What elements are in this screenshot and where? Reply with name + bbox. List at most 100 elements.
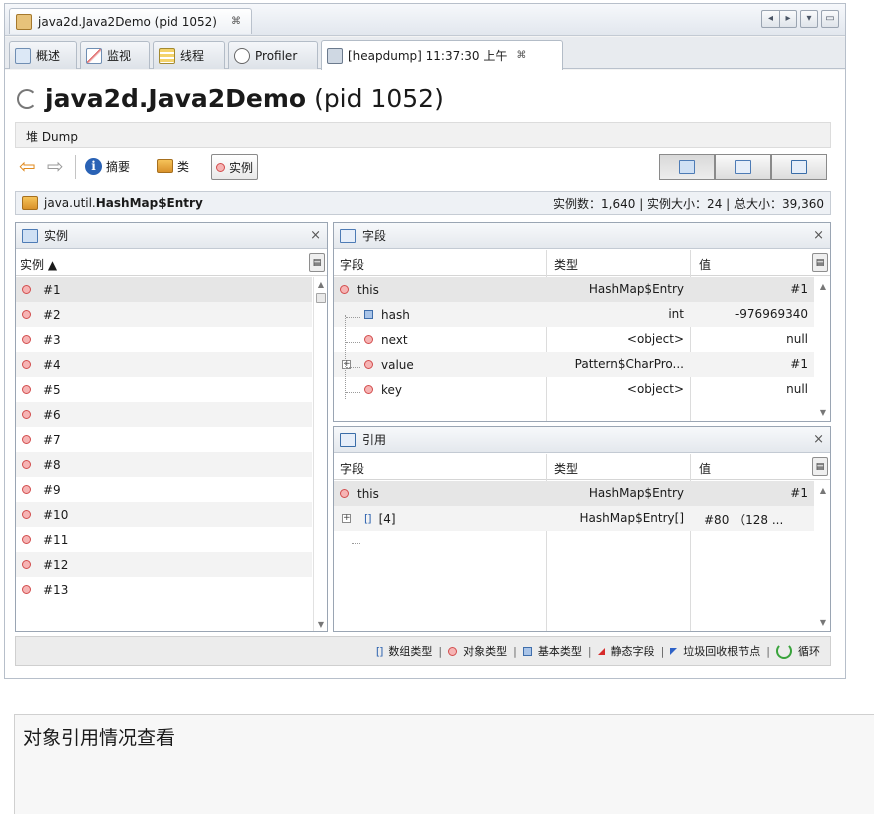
restore-window-icon[interactable]: ▭ bbox=[821, 10, 839, 28]
column-chooser-icon[interactable]: ▤ bbox=[812, 457, 828, 476]
class-info-bar: java.util. HashMap$Entry 实例数：1,640 | 实例大小… bbox=[15, 191, 831, 215]
title-bar: java2d.Java2Demo (pid 1052) ⌘ ◂ ▸ ▾ ▭ bbox=[5, 4, 845, 36]
field-column-label[interactable]: 字段 bbox=[340, 256, 364, 273]
monitor-icon bbox=[86, 47, 102, 64]
list-item[interactable]: #13 bbox=[16, 577, 312, 602]
tree-connector bbox=[346, 317, 360, 318]
list-item[interactable]: #8 bbox=[16, 452, 312, 477]
tree-connector bbox=[346, 342, 360, 343]
legend-array-label: 数组类型 bbox=[388, 645, 433, 658]
instances-button[interactable]: 实例 bbox=[211, 154, 259, 180]
object-icon bbox=[22, 535, 31, 544]
scroll-up-icon[interactable]: ▲ bbox=[314, 277, 328, 291]
object-icon bbox=[22, 335, 31, 344]
object-type-icon bbox=[364, 360, 373, 369]
legend-separator: | bbox=[587, 644, 592, 658]
instances-scrollbar[interactable]: ▲ ▼ bbox=[313, 277, 327, 631]
column-chooser-icon[interactable]: ▤ bbox=[309, 253, 325, 272]
tab-profiler[interactable]: Profiler bbox=[228, 41, 318, 69]
table-row[interactable]: key <object> null bbox=[334, 377, 814, 402]
forward-arrow-icon: ⇨ bbox=[47, 154, 64, 178]
table-row[interactable]: hash int -976969340 bbox=[334, 302, 814, 327]
table-row[interactable]: this HashMap$Entry #1 bbox=[334, 481, 814, 506]
list-item[interactable]: #2 bbox=[16, 302, 312, 327]
list-item[interactable]: #4 bbox=[16, 352, 312, 377]
table-row[interactable]: value Pattern$CharPro... #1 + bbox=[334, 352, 814, 377]
list-item[interactable]: #5 bbox=[16, 377, 312, 402]
list-item[interactable]: #11 bbox=[16, 527, 312, 552]
tab-overview[interactable]: 概述 bbox=[9, 41, 77, 69]
type-column-label[interactable]: 类型 bbox=[554, 256, 578, 273]
object-icon bbox=[22, 410, 31, 419]
references-scrollbar[interactable]: ▲ ▼ bbox=[816, 481, 830, 631]
tab-heapdump-label: [heapdump] 11:37:30 上午 bbox=[348, 49, 508, 63]
field-name-cell: value bbox=[364, 352, 414, 377]
legend-separator: | bbox=[513, 644, 517, 658]
field-name-cell: this bbox=[340, 481, 379, 506]
fields-scrollbar[interactable]: ▲ ▼ bbox=[816, 277, 830, 421]
scroll-right-icon[interactable]: ▸ bbox=[779, 10, 797, 28]
expand-icon[interactable]: + bbox=[342, 514, 351, 523]
scroll-down-icon[interactable]: ▼ bbox=[816, 615, 830, 629]
tab-threads[interactable]: 线程 bbox=[153, 41, 225, 69]
object-icon bbox=[216, 162, 225, 172]
view-tab-bar: 概述 监视 线程 Profiler [heapdump] 11:37:30 上午… bbox=[5, 37, 845, 70]
instance-label: #2 bbox=[43, 307, 61, 322]
loop-icon bbox=[776, 643, 792, 659]
object-icon bbox=[22, 360, 31, 369]
type-column-label[interactable]: 类型 bbox=[554, 460, 578, 477]
instances-column-label[interactable]: 实例 ▲ bbox=[20, 256, 57, 273]
application-tab[interactable]: java2d.Java2Demo (pid 1052) ⌘ bbox=[9, 8, 252, 34]
object-icon bbox=[22, 585, 31, 594]
field-value: #1 bbox=[790, 357, 808, 371]
list-item[interactable]: #10 bbox=[16, 502, 312, 527]
tree-connector bbox=[346, 367, 360, 368]
list-item[interactable]: #7 bbox=[16, 427, 312, 452]
close-icon[interactable]: ⌘ bbox=[516, 50, 526, 61]
classes-button[interactable]: 类 bbox=[153, 152, 193, 180]
tab-profiler-label: Profiler bbox=[255, 48, 298, 63]
forward-button[interactable]: ⇨ bbox=[43, 152, 68, 180]
legend-separator: | bbox=[438, 644, 443, 658]
view-instances-button[interactable] bbox=[659, 154, 715, 180]
object-icon bbox=[22, 310, 31, 319]
chevron-down-icon[interactable]: ▾ bbox=[800, 10, 818, 28]
list-item[interactable]: #6 bbox=[16, 402, 312, 427]
list-item[interactable]: #12 bbox=[16, 552, 312, 577]
close-icon[interactable]: × bbox=[813, 432, 824, 447]
view-references-button[interactable] bbox=[771, 154, 827, 180]
list-item[interactable]: #1 bbox=[16, 277, 312, 302]
object-icon bbox=[22, 285, 31, 294]
instance-label: #11 bbox=[43, 532, 69, 547]
view-fields-button[interactable] bbox=[715, 154, 771, 180]
scroll-thumb[interactable] bbox=[316, 293, 326, 303]
list-item[interactable]: #3 bbox=[16, 327, 312, 352]
table-row[interactable]: [] [4] HashMap$Entry[] #80 （128 ... + bbox=[334, 506, 814, 531]
scroll-up-icon[interactable]: ▲ bbox=[816, 279, 830, 293]
scroll-down-icon[interactable]: ▼ bbox=[816, 405, 830, 419]
field-name: key bbox=[381, 382, 403, 397]
heapdump-view: java2d.Java2Demo (pid 1052) 堆 Dump ⇦ ⇨ i… bbox=[5, 70, 845, 678]
value-column-label[interactable]: 值 bbox=[699, 460, 711, 477]
field-column-label[interactable]: 字段 bbox=[340, 460, 364, 477]
field-name-cell: key bbox=[364, 377, 402, 402]
back-button[interactable]: ⇦ bbox=[15, 152, 40, 180]
close-icon[interactable]: × bbox=[310, 228, 321, 243]
close-icon[interactable]: × bbox=[813, 228, 824, 243]
value-column-label[interactable]: 值 bbox=[699, 256, 711, 273]
scroll-up-icon[interactable]: ▲ bbox=[816, 483, 830, 497]
list-item[interactable]: #9 bbox=[16, 477, 312, 502]
scroll-down-icon[interactable]: ▼ bbox=[314, 617, 328, 631]
column-chooser-icon[interactable]: ▤ bbox=[812, 253, 828, 272]
close-icon[interactable]: ⌘ bbox=[231, 16, 241, 27]
scroll-left-icon[interactable]: ◂ bbox=[761, 10, 779, 28]
instance-label: #3 bbox=[43, 332, 61, 347]
field-name-cell: next bbox=[364, 327, 408, 352]
tab-monitor[interactable]: 监视 bbox=[80, 41, 150, 69]
table-row[interactable]: this HashMap$Entry #1 bbox=[334, 277, 814, 302]
summary-button[interactable]: i 摘要 bbox=[81, 152, 134, 180]
table-row[interactable]: next <object> null bbox=[334, 327, 814, 352]
field-value: #1 bbox=[790, 282, 808, 296]
tab-heapdump[interactable]: [heapdump] 11:37:30 上午 ⌘ bbox=[321, 40, 563, 70]
fields-pane: 字段 × 字段 类型 值 ▤ this HashMap$Entry #1 hash in… bbox=[333, 222, 831, 422]
